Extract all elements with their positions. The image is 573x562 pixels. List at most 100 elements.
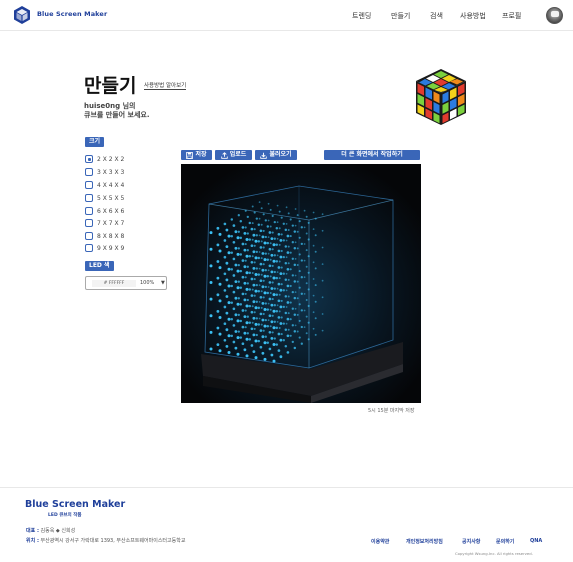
led-point: [268, 347, 272, 351]
led-point: [252, 316, 256, 320]
led-point: [321, 229, 324, 232]
help-link[interactable]: 사용방법 알아보기: [144, 81, 187, 90]
led-point: [276, 304, 279, 307]
led-point: [277, 282, 281, 286]
led-point: [227, 284, 231, 288]
footer-link-terms[interactable]: 이용약관: [371, 538, 389, 545]
led-point: [266, 308, 270, 311]
size-option-2[interactable]: 2 X 2 X 2: [85, 154, 124, 164]
led-cube-canvas[interactable]: [181, 164, 421, 403]
led-point: [269, 225, 272, 228]
led-point: [305, 315, 308, 318]
size-option-3[interactable]: 3 X 3 X 3: [85, 167, 124, 177]
led-point: [225, 245, 229, 249]
led-point: [287, 295, 290, 298]
led-point: [261, 235, 265, 239]
opacity-value[interactable]: 100%: [140, 280, 154, 286]
led-point: [266, 341, 270, 345]
led-point: [255, 217, 258, 220]
led-point: [223, 239, 227, 242]
led-point: [230, 284, 234, 288]
led-point: [276, 271, 279, 273]
radio-icon[interactable]: [85, 168, 93, 176]
led-point: [239, 236, 243, 240]
led-point: [236, 269, 240, 273]
led-point: [294, 274, 297, 277]
nav-make[interactable]: 만들기: [391, 11, 410, 21]
led-point: [264, 219, 267, 222]
rep-label: 대표 :: [26, 528, 39, 534]
led-point: [261, 335, 265, 339]
size-option-9[interactable]: 9 X 9 X 9: [85, 243, 124, 253]
led-point: [282, 239, 285, 242]
nav-trending[interactable]: 트렌딩: [352, 11, 371, 21]
led-point: [321, 213, 324, 216]
led-point: [293, 280, 297, 283]
led-point: [287, 245, 290, 248]
nav-search[interactable]: 검색: [430, 11, 443, 21]
led-point: [254, 256, 258, 260]
led-point: [248, 271, 252, 275]
brand-name[interactable]: Blue Screen Maker: [37, 10, 107, 18]
radio-icon[interactable]: [85, 194, 93, 202]
led-point: [209, 297, 213, 301]
nav-profile[interactable]: 프로필: [502, 11, 521, 21]
led-point: [227, 251, 231, 255]
led-point: [245, 271, 249, 275]
footer-link-qna[interactable]: QNA: [530, 538, 542, 544]
large-view-button[interactable]: 더 큰 화면에서 작업하기: [324, 150, 420, 160]
size-option-6[interactable]: 6 X 6 X 6: [85, 206, 124, 216]
led-point: [236, 352, 240, 356]
led-point: [237, 330, 240, 333]
led-point: [268, 297, 272, 301]
size-option-4[interactable]: 4 X 4 X 4: [85, 180, 124, 190]
radio-icon[interactable]: [85, 219, 93, 227]
led-point: [230, 318, 234, 321]
radio-icon[interactable]: [85, 244, 93, 252]
led-point: [272, 243, 276, 247]
led-point: [276, 237, 279, 240]
led-point: [291, 241, 294, 244]
footer-link-notice[interactable]: 공지사항: [462, 538, 480, 545]
led-point: [287, 212, 290, 215]
led-point: [251, 205, 254, 208]
led-point: [248, 304, 252, 308]
footer-link-contact[interactable]: 문의하기: [496, 538, 514, 545]
size-option-5[interactable]: 5 X 5 X 5: [85, 193, 124, 203]
size-option-label: 6 X 6 X 6: [97, 207, 125, 215]
size-option-7[interactable]: 7 X 7 X 7: [85, 218, 124, 228]
led-point: [305, 265, 308, 268]
loc-value: 부산광역시 강서구 가락대로 1393, 부산소프트웨어마이스터고등학교: [40, 538, 186, 544]
led-point: [243, 281, 247, 285]
led-point: [307, 255, 310, 258]
led-point: [223, 222, 227, 226]
led-point: [263, 258, 267, 262]
led-point: [237, 214, 240, 217]
save-button[interactable]: 저장: [181, 150, 212, 160]
size-option-8[interactable]: 8 X 8 X 8: [85, 231, 124, 241]
led-color-picker[interactable]: # FFFFFF 100% ▼: [85, 276, 167, 290]
led-point: [275, 343, 279, 346]
save-status: 5시 15분 마지막 저장: [368, 408, 415, 414]
radio-icon[interactable]: [85, 207, 93, 215]
profile-avatar[interactable]: [546, 7, 563, 24]
load-label: 불러오기: [269, 151, 292, 158]
copyright: Copyright Wsung.Inc. All rights reserved…: [455, 551, 533, 556]
led-point: [264, 285, 267, 289]
chevron-down-icon[interactable]: ▼: [161, 280, 165, 286]
led-point: [261, 268, 265, 272]
radio-icon[interactable]: [85, 232, 93, 240]
radio-checked-icon[interactable]: [85, 155, 93, 163]
led-point: [245, 238, 249, 241]
led-point: [232, 340, 236, 344]
led-point: [275, 293, 279, 296]
upload-button[interactable]: 업로드: [215, 150, 252, 160]
radio-icon[interactable]: [85, 181, 93, 189]
nav-howto[interactable]: 사용방법: [460, 11, 486, 21]
color-hex-input[interactable]: # FFFFFF: [92, 280, 136, 287]
load-button[interactable]: 불러오기: [255, 150, 297, 160]
logo-cube-icon[interactable]: [12, 5, 32, 25]
footer-link-privacy[interactable]: 개인정보처리방침: [406, 538, 443, 545]
led-point: [244, 226, 247, 229]
led-point: [280, 316, 283, 319]
